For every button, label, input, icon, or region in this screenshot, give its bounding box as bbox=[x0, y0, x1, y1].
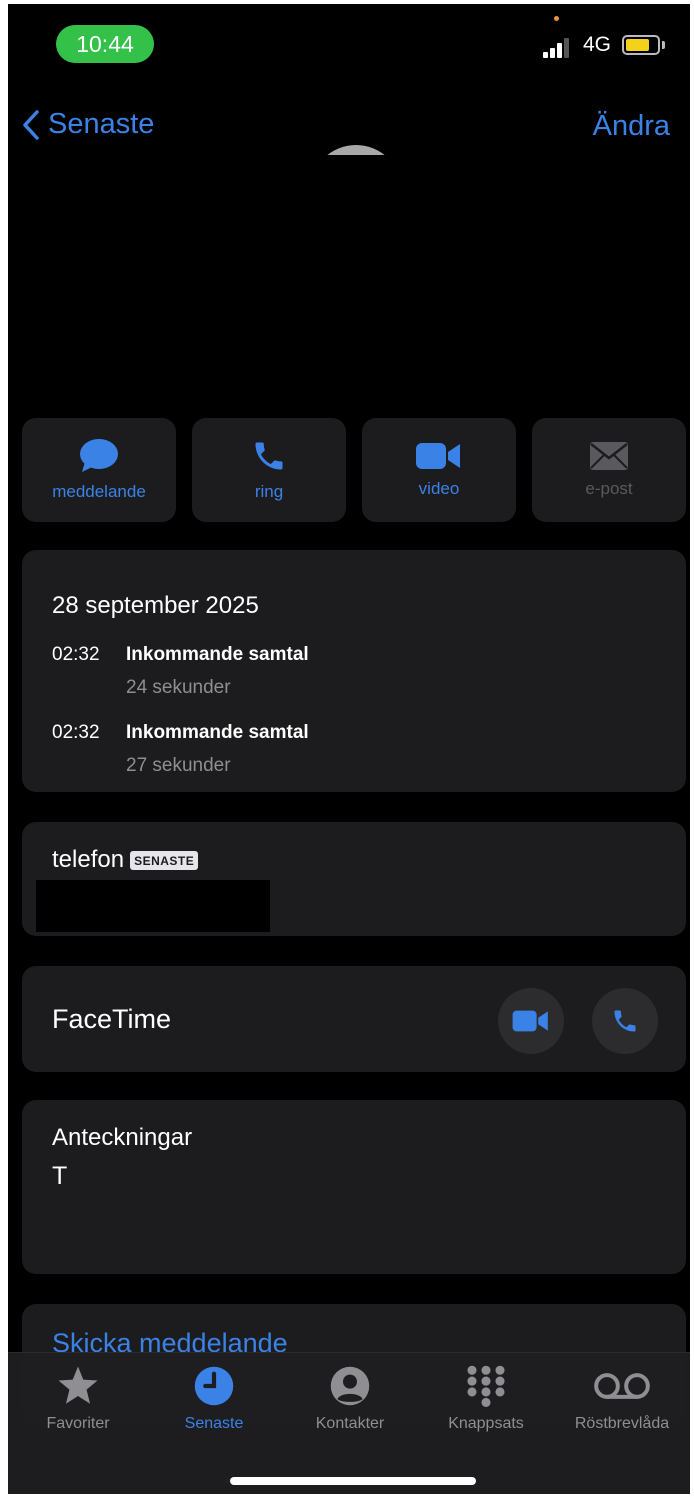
phone-screen: 10:44 4G Senaste Ändra meddelande ring v… bbox=[8, 4, 690, 1494]
facetime-audio-button[interactable] bbox=[592, 988, 658, 1054]
facetime-label: FaceTime bbox=[52, 1004, 172, 1034]
person-circle-icon bbox=[330, 1366, 370, 1406]
redacted-phone-number bbox=[36, 880, 270, 932]
call-duration: 27 sekunder bbox=[126, 755, 231, 776]
call-type: Inkommande samtal bbox=[126, 722, 309, 743]
phone-icon bbox=[255, 442, 283, 470]
voicemail-icon bbox=[594, 1373, 650, 1399]
notes-label: Anteckningar bbox=[52, 1124, 193, 1151]
message-action-button[interactable]: meddelande bbox=[22, 418, 176, 522]
notes-value: T bbox=[52, 1162, 68, 1190]
network-type: 4G bbox=[583, 33, 612, 56]
call-action-button[interactable]: ring bbox=[192, 418, 346, 522]
call-history-card: 28 september 2025 02:32 Inkommande samta… bbox=[22, 550, 686, 792]
call-row: 02:32 Inkommande samtal bbox=[52, 722, 309, 744]
facetime-video-button[interactable] bbox=[498, 988, 564, 1054]
tab-kontakter[interactable]: Kontakter bbox=[282, 1365, 418, 1433]
notes-card[interactable]: Anteckningar T bbox=[22, 1100, 686, 1274]
call-row: 02:32 Inkommande samtal bbox=[52, 644, 309, 666]
chevron-left-icon bbox=[23, 109, 39, 140]
signal-icon bbox=[543, 36, 571, 58]
back-button[interactable]: Senaste bbox=[22, 108, 154, 141]
message-bubble-icon bbox=[80, 439, 118, 472]
phone-label: telefon bbox=[52, 846, 125, 873]
edit-button[interactable]: Ändra bbox=[593, 110, 670, 143]
keypad-icon bbox=[467, 1365, 505, 1407]
call-date: 28 september 2025 bbox=[52, 592, 259, 619]
star-icon bbox=[58, 1366, 98, 1404]
video-camera-icon bbox=[416, 443, 460, 469]
tab-favoriter[interactable]: Favoriter bbox=[10, 1365, 146, 1433]
phone-label-row: telefon SENASTE bbox=[52, 846, 199, 874]
message-action-label: meddelande bbox=[52, 482, 146, 501]
tab-label: Knappsats bbox=[448, 1415, 524, 1432]
email-action-button[interactable]: e-post bbox=[532, 418, 686, 522]
status-time-pill: 10:44 bbox=[56, 25, 154, 63]
call-action-label: ring bbox=[254, 482, 284, 501]
tab-label: Senaste bbox=[184, 1415, 244, 1432]
redacted-contact-name bbox=[266, 319, 452, 399]
tab-senaste[interactable]: Senaste bbox=[146, 1365, 282, 1433]
tab-label: Favoriter bbox=[46, 1415, 110, 1432]
battery-icon bbox=[622, 35, 660, 55]
back-label: Senaste bbox=[48, 108, 155, 140]
recent-badge: SENASTE bbox=[130, 850, 199, 870]
email-action-label: e-post bbox=[585, 479, 633, 498]
status-time: 10:44 bbox=[76, 30, 134, 57]
clock-icon bbox=[194, 1366, 234, 1406]
video-action-label: video bbox=[418, 479, 460, 498]
privacy-indicator-dot bbox=[554, 16, 559, 21]
redacted-avatar-block bbox=[274, 155, 448, 301]
tab-label: Röstbrevlåda bbox=[574, 1415, 670, 1432]
envelope-icon bbox=[590, 442, 628, 470]
video-camera-icon bbox=[512, 1010, 548, 1032]
phone-number-card[interactable]: telefon SENASTE bbox=[22, 822, 686, 936]
tab-rostbrevlada[interactable]: Röstbrevlåda bbox=[554, 1365, 690, 1433]
call-time: 02:32 bbox=[52, 644, 100, 665]
battery-tip bbox=[662, 41, 665, 49]
quick-actions: meddelande ring video e-post bbox=[22, 418, 686, 522]
call-duration: 24 sekunder bbox=[126, 677, 231, 698]
tab-bar: Favoriter Senaste Kontakter Knappsats Rö… bbox=[8, 1352, 690, 1494]
tab-knappsats[interactable]: Knappsats bbox=[418, 1365, 554, 1433]
call-type: Inkommande samtal bbox=[126, 644, 309, 665]
tab-label: Kontakter bbox=[315, 1415, 385, 1432]
home-indicator[interactable] bbox=[230, 1477, 476, 1485]
facetime-card: FaceTime bbox=[22, 966, 686, 1072]
call-time: 02:32 bbox=[52, 722, 100, 743]
video-action-button[interactable]: video bbox=[362, 418, 516, 522]
phone-icon bbox=[614, 1010, 636, 1032]
